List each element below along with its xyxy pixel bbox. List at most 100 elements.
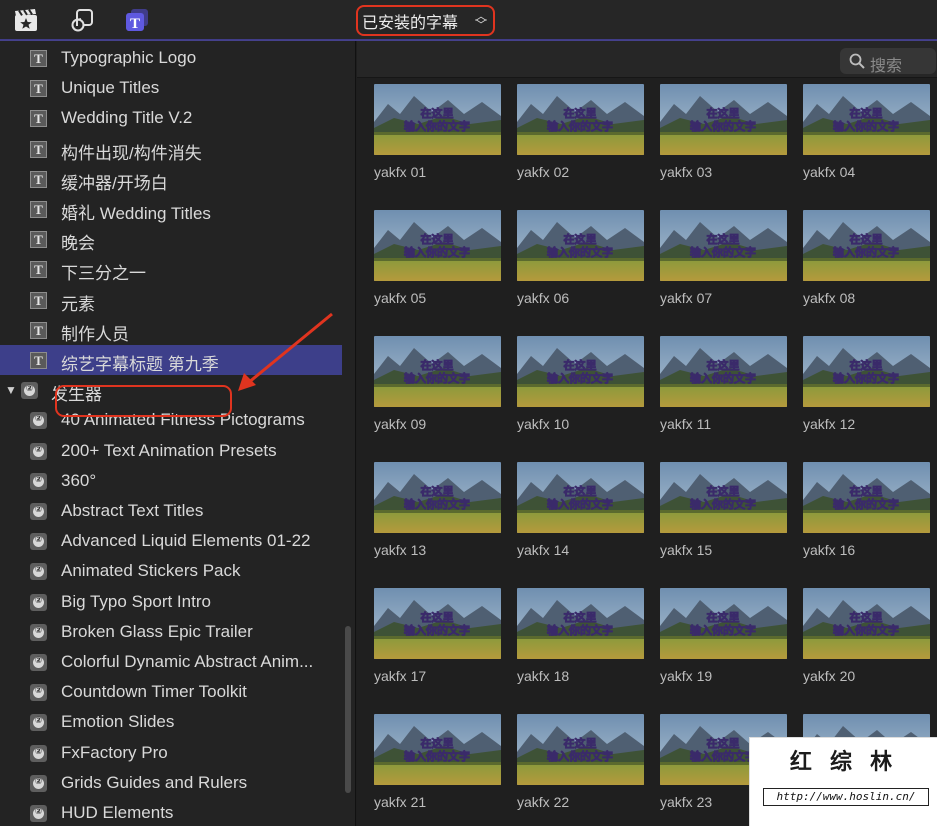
- thumbnail-caption: yakfx 02: [517, 164, 570, 180]
- svg-text:输入你的文字: 输入你的文字: [833, 245, 899, 259]
- svg-text:输入你的文字: 输入你的文字: [404, 623, 470, 637]
- sidebar-item[interactable]: T Wedding Title V.2: [0, 103, 342, 133]
- thumbnail-image: 在这里输入你的文字: [374, 588, 501, 659]
- svg-text:在这里: 在这里: [707, 358, 740, 372]
- svg-text:输入你的文字: 输入你的文字: [547, 119, 613, 133]
- title-icon: T: [30, 291, 47, 309]
- sidebar-item-label: Broken Glass Epic Trailer: [61, 621, 253, 641]
- red-arrow-annotation: [238, 312, 333, 391]
- thumbnail-image: 在这里输入你的文字: [803, 462, 930, 533]
- search-bar: 搜索: [357, 41, 937, 78]
- title-icon: T: [30, 201, 47, 218]
- svg-text:输入你的文字: 输入你的文字: [690, 749, 756, 763]
- sidebar-item[interactable]: T 晚会: [0, 224, 342, 254]
- sidebar-item-label: 婚礼 Wedding Titles: [61, 204, 211, 223]
- thumbnail-image: 在这里输入你的文字: [517, 462, 644, 533]
- svg-text:输入你的文字: 输入你的文字: [404, 371, 470, 385]
- thumbnail-image: 在这里输入你的文字: [517, 210, 644, 281]
- sidebar-item-label: Colorful Dynamic Abstract Anim...: [61, 652, 314, 671]
- sidebar-generator-item[interactable]: ② FxFactory Pro: [0, 738, 342, 768]
- search-field[interactable]: 搜索: [840, 48, 936, 75]
- sidebar-item[interactable]: T 构件出现/构件消失: [0, 134, 342, 164]
- sidebar-item[interactable]: T Unique Titles: [0, 73, 342, 103]
- thumbnail-caption: yakfx 15: [660, 542, 713, 558]
- thumbnail-caption: yakfx 20: [803, 668, 856, 684]
- sidebar-generator-item[interactable]: ② HUD Elements: [0, 798, 342, 826]
- svg-text:在这里: 在这里: [421, 106, 454, 120]
- svg-text:在这里: 在这里: [564, 484, 597, 498]
- thumbnail-caption: yakfx 23: [660, 794, 713, 810]
- svg-text:在这里: 在这里: [707, 484, 740, 498]
- disclosure-triangle-icon[interactable]: ▼: [5, 383, 17, 397]
- selected-item-highlight: [55, 385, 232, 417]
- svg-text:在这里: 在这里: [421, 232, 454, 246]
- sidebar-item-label: Typographic Logo: [61, 48, 197, 67]
- sidebar-generator-item[interactable]: ② Countdown Timer Toolkit: [0, 677, 342, 707]
- thumbnail-caption: yakfx 06: [517, 290, 570, 306]
- music-photo-icon[interactable]: [69, 7, 95, 33]
- thumbnail-caption: yakfx 04: [803, 164, 856, 180]
- sidebar-generator-item[interactable]: ② Grids Guides and Rulers: [0, 768, 342, 798]
- sidebar-scrollbar[interactable]: [345, 626, 351, 793]
- titles-icon[interactable]: T: [124, 7, 150, 33]
- svg-text:在这里: 在这里: [421, 358, 454, 372]
- thumbnail-image: 在这里输入你的文字: [660, 588, 787, 659]
- sidebar-generator-item[interactable]: ② 200+ Text Animation Presets: [0, 436, 342, 466]
- thumbnail-image: 在这里输入你的文字: [803, 588, 930, 659]
- sidebar-generator-item[interactable]: ② Broken Glass Epic Trailer: [0, 617, 342, 647]
- thumbnail-image: 在这里输入你的文字: [660, 210, 787, 281]
- sidebar-generator-item[interactable]: ② Emotion Slides: [0, 707, 342, 737]
- chevron-updown-icon: ︿ ﹀: [474, 9, 487, 32]
- sidebar-item-label: Animated Stickers Pack: [61, 561, 241, 581]
- title-icon: T: [30, 321, 47, 339]
- thumbnail-caption: yakfx 18: [517, 668, 570, 684]
- sidebar-item[interactable]: T 婚礼 Wedding Titles: [0, 194, 342, 224]
- thumbnail-caption: yakfx 03: [660, 164, 713, 180]
- thumbnail-image: 在这里输入你的文字: [803, 84, 930, 155]
- sidebar-item-label: 360°: [61, 470, 97, 490]
- thumbnail-image: 在这里输入你的文字: [803, 336, 930, 407]
- svg-text:输入你的文字: 输入你的文字: [833, 497, 899, 511]
- svg-text:输入你的文字: 输入你的文字: [404, 245, 470, 259]
- sidebar-item-label: Emotion Slides: [61, 712, 175, 732]
- thumbnail-image: 在这里输入你的文字: [374, 336, 501, 407]
- svg-text:输入你的文字: 输入你的文字: [690, 371, 756, 385]
- sidebar-generator-item[interactable]: ② Big Typo Sport Intro: [0, 587, 342, 617]
- sidebar-item-label: Advanced Liquid Elements 01-22: [61, 531, 311, 551]
- sidebar-item-label: Unique Titles: [61, 78, 160, 98]
- sidebar-generator-item[interactable]: ② Animated Stickers Pack: [0, 556, 342, 586]
- sidebar-item[interactable]: T 下三分之一: [0, 254, 342, 284]
- sidebar-item-label: HUD Elements: [61, 803, 174, 822]
- sidebar-item-label: 综艺字幕标题 第九季: [61, 355, 219, 374]
- svg-text:T: T: [130, 16, 140, 32]
- svg-text:在这里: 在这里: [564, 106, 597, 120]
- svg-text:输入你的文字: 输入你的文字: [833, 623, 899, 637]
- thumbnail-image: 在这里输入你的文字: [517, 588, 644, 659]
- generator-icon: ②: [30, 593, 47, 611]
- installed-titles-dropdown[interactable]: 已安装的字幕 ︿ ﹀: [356, 5, 495, 36]
- sidebar-generator-item[interactable]: ② 360°: [0, 466, 342, 496]
- svg-text:输入你的文字: 输入你的文字: [690, 623, 756, 637]
- svg-text:在这里: 在这里: [850, 484, 883, 498]
- sidebar-item-label: 制作人员: [61, 324, 129, 344]
- title-icon: T: [30, 261, 47, 279]
- sidebar-generator-item[interactable]: ② Abstract Text Titles: [0, 496, 342, 526]
- svg-text:在这里: 在这里: [850, 232, 883, 246]
- sidebar-generator-item[interactable]: ② Advanced Liquid Elements 01-22: [0, 526, 342, 556]
- clapperboard-star-icon[interactable]: [13, 7, 39, 33]
- sidebar-item[interactable]: T Typographic Logo: [0, 43, 342, 73]
- thumbnail-caption: yakfx 14: [517, 542, 570, 558]
- svg-text:在这里: 在这里: [564, 232, 597, 246]
- svg-text:在这里: 在这里: [421, 484, 454, 498]
- thumbnail-caption: yakfx 10: [517, 416, 570, 432]
- svg-text:在这里: 在这里: [850, 106, 883, 120]
- generator-icon: ②: [30, 744, 47, 762]
- generator-icon: ②: [30, 654, 47, 671]
- sidebar-generator-item[interactable]: ② Colorful Dynamic Abstract Anim...: [0, 647, 342, 677]
- thumbnail-caption: yakfx 08: [803, 290, 856, 306]
- generator-icon: ②: [30, 684, 47, 702]
- sidebar-item-label: 下三分之一: [61, 264, 146, 284]
- sidebar-item[interactable]: T 缓冲器/开场白: [0, 164, 342, 194]
- svg-text:在这里: 在这里: [421, 736, 454, 750]
- sidebar: T Typographic Logo T Unique Titles T Wedding …: [0, 41, 356, 826]
